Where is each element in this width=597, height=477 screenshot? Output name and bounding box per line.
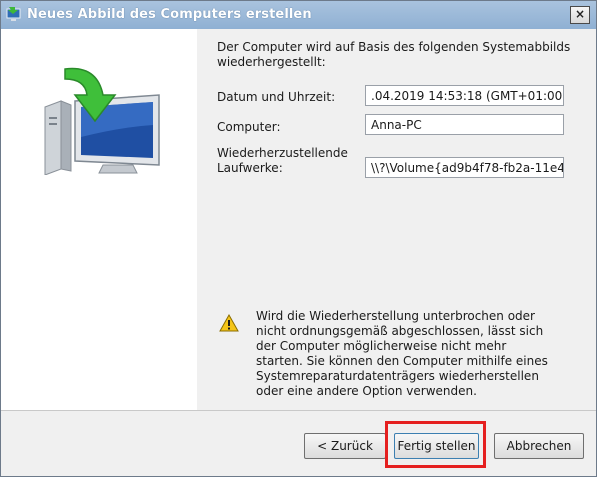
restore-wizard-window: Neues Abbild des Computers erstellen × D…: [0, 0, 597, 477]
cancel-button[interactable]: Abbrechen: [494, 433, 584, 459]
drives-label: Wiederherzustellende Laufwerke:: [217, 146, 348, 175]
drives-value: \\?\Volume{ad9b4f78-fb2a-11e4-9: [371, 161, 564, 175]
close-icon: ×: [574, 7, 586, 21]
wizard-side-panel: [1, 29, 197, 410]
date-time-field[interactable]: .04.2019 14:53:18 (GMT+01:00): [365, 85, 564, 106]
intro-text: Der Computer wird auf Basis des folgende…: [217, 40, 571, 69]
restore-app-icon: [6, 7, 21, 21]
warning-icon: [219, 314, 239, 332]
close-button[interactable]: ×: [570, 6, 590, 24]
back-button[interactable]: < Zurück: [304, 433, 386, 459]
button-bar: < Zurück Fertig stellen Abbrechen: [1, 410, 596, 476]
computer-label: Computer:: [217, 120, 281, 134]
title-bar[interactable]: Neues Abbild des Computers erstellen ×: [1, 1, 596, 29]
drives-field[interactable]: \\?\Volume{ad9b4f78-fb2a-11e4-9: [365, 157, 564, 178]
computer-value: Anna-PC: [371, 118, 422, 132]
date-time-label: Datum und Uhrzeit:: [217, 90, 336, 104]
computer-field[interactable]: Anna-PC: [365, 114, 564, 135]
finish-highlight-box: [385, 421, 486, 468]
warning-text: Wird die Wiederherstellung unterbrochen …: [256, 309, 548, 398]
date-time-value: .04.2019 14:53:18 (GMT+01:00): [371, 89, 564, 103]
wizard-content: Der Computer wird auf Basis des folgende…: [197, 29, 596, 410]
window-title: Neues Abbild des Computers erstellen: [27, 7, 312, 22]
computer-restore-icon: [44, 67, 160, 175]
